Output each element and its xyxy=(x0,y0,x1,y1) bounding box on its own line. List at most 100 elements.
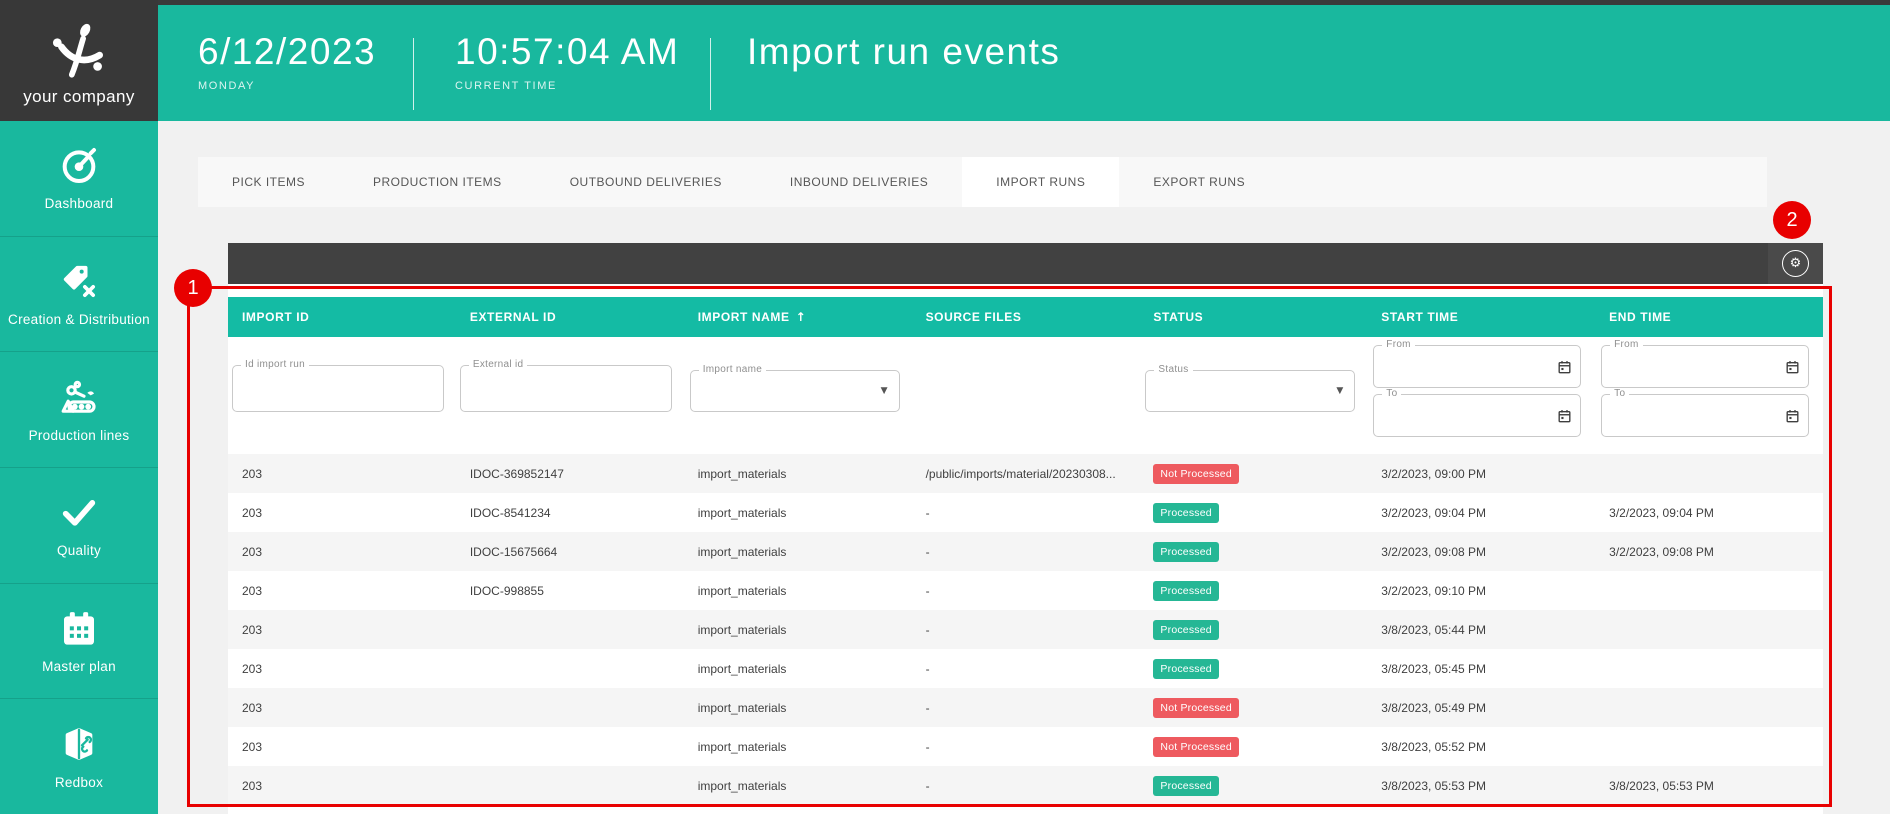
sidebar-item-production-lines[interactable]: Production lines xyxy=(0,351,158,467)
status-badge: Not Processed xyxy=(1153,737,1238,757)
sidebar-item-label: Redbox xyxy=(55,775,103,790)
table-row[interactable]: 203IDOC-998855import_materials-Processed… xyxy=(228,571,1823,610)
table-settings-button[interactable]: ⚙ xyxy=(1768,243,1823,284)
cell-source-files: - xyxy=(912,740,1140,754)
checkmark-icon xyxy=(59,492,99,532)
cell-status: Processed xyxy=(1139,659,1367,679)
column-header-status[interactable]: STATUS xyxy=(1139,310,1367,324)
cell-status: Not Processed xyxy=(1139,698,1367,718)
table-row[interactable]: 203import_materials-Not Processed3/8/202… xyxy=(228,688,1823,727)
table-row[interactable]: 203 import_materials-Processed 3/8/2023, 0… xyxy=(228,610,1823,649)
filter-start-from-input[interactable] xyxy=(1374,346,1580,387)
sidebar-item-label: Dashboard xyxy=(45,196,114,211)
column-header-source-files[interactable]: SOURCE FILES xyxy=(912,310,1140,324)
cell-source-files: - xyxy=(912,623,1140,637)
company-name: your company xyxy=(23,87,135,107)
tab-bar: PICK ITEMS PRODUCTION ITEMS OUTBOUND DEL… xyxy=(198,157,1767,207)
column-header-start-time[interactable]: START TIME xyxy=(1367,310,1595,324)
sidebar-item-master-plan[interactable]: Master plan xyxy=(0,583,158,699)
filter-import-name[interactable]: Import name ▼ xyxy=(690,370,900,412)
table-row[interactable]: 203import_materials-Processed3/8/2023, 0… xyxy=(228,766,1823,805)
column-header-external-id[interactable]: EXTERNAL ID xyxy=(456,310,684,324)
page-title-block: Import run events xyxy=(747,32,1060,73)
filter-end-from-input[interactable] xyxy=(1602,346,1808,387)
annotation-badge-2: 2 xyxy=(1773,201,1811,239)
calendar-icon[interactable] xyxy=(1557,408,1572,423)
status-badge: Processed xyxy=(1153,542,1218,562)
header-time-block: 10:57:04 AM CURRENT TIME xyxy=(455,32,679,92)
cell-import-id: 203 xyxy=(228,584,456,598)
status-badge: Processed xyxy=(1153,620,1218,640)
sort-ascending-icon: ↑ xyxy=(796,310,807,324)
filter-end-time-from: From xyxy=(1601,345,1809,388)
calendar-icon[interactable] xyxy=(1785,408,1800,423)
sidebar-item-quality[interactable]: Quality xyxy=(0,467,158,583)
column-header-end-time[interactable]: END TIME xyxy=(1595,310,1823,324)
filter-import-name-label: Import name xyxy=(699,364,766,375)
tab-export-runs[interactable]: EXPORT RUNS xyxy=(1119,157,1279,207)
calendar-icon[interactable] xyxy=(1557,359,1572,374)
page-title: Import run events xyxy=(747,32,1060,73)
filter-status[interactable]: Status ▼ xyxy=(1145,370,1355,412)
table-row[interactable]: 203import_materials-Processed3/8/2023, 0… xyxy=(228,649,1823,688)
cell-import-name: import_materials xyxy=(684,701,912,715)
filter-import-id-input[interactable] xyxy=(233,366,443,411)
column-header-import-name[interactable]: IMPORT NAME↑ xyxy=(684,310,912,324)
filter-from-label: From xyxy=(1382,339,1415,350)
tab-production-items[interactable]: PRODUCTION ITEMS xyxy=(339,157,536,207)
sidebar-item-dashboard[interactable]: Dashboard xyxy=(0,121,158,236)
current-time: 10:57:04 AM xyxy=(455,32,679,73)
cell-import-id: 203 xyxy=(228,740,456,754)
cell-source-files: - xyxy=(912,545,1140,559)
filter-status-input[interactable] xyxy=(1146,371,1354,411)
table-row[interactable]: 203IDOC-369852147import_materials/public… xyxy=(228,454,1823,493)
filter-external-id-input[interactable] xyxy=(461,366,671,411)
filter-end-to-input[interactable] xyxy=(1602,395,1808,436)
cell-external-id: IDOC-998855 xyxy=(456,584,684,598)
sidebar-item-label: Quality xyxy=(57,543,101,558)
cell-import-name: import_materials xyxy=(684,467,912,481)
conveyor-icon xyxy=(59,377,99,417)
table-row[interactable]: 203IDOC-15675664import_materials-Process… xyxy=(228,532,1823,571)
status-badge: Not Processed xyxy=(1153,698,1238,718)
cell-end-time: 3/2/2023, 09:08 PM xyxy=(1595,545,1823,559)
tab-outbound-deliveries[interactable]: OUTBOUND DELIVERIES xyxy=(536,157,756,207)
filter-start-to-input[interactable] xyxy=(1374,395,1580,436)
cell-end-time: 3/8/2023, 05:53 PM xyxy=(1595,779,1823,793)
cell-start-time: 3/8/2023, 05:53 PM xyxy=(1367,779,1595,793)
filter-start-time-to: To xyxy=(1373,394,1581,437)
sidebar-item-label: Master plan xyxy=(42,659,116,674)
column-header-import-id[interactable]: IMPORT ID xyxy=(228,310,456,324)
company-logo[interactable]: your company xyxy=(0,0,158,121)
cell-status: Not Processed xyxy=(1139,737,1367,757)
filter-external-id: External id xyxy=(460,365,672,412)
dashboard-gauge-icon xyxy=(59,145,99,185)
cell-status: Processed xyxy=(1139,503,1367,523)
filter-status-label: Status xyxy=(1154,364,1192,375)
cell-import-id: 203 xyxy=(228,779,456,793)
box-link-icon xyxy=(59,724,99,764)
tab-pick-items[interactable]: PICK ITEMS xyxy=(198,157,339,207)
cell-import-name: import_materials xyxy=(684,623,912,637)
cell-start-time: 3/2/2023, 09:08 PM xyxy=(1367,545,1595,559)
cell-external-id: IDOC-15675664 xyxy=(456,545,684,559)
tag-icon xyxy=(59,261,99,301)
table-row[interactable]: 203IDOC-8541234import_materials-Processe… xyxy=(228,493,1823,532)
company-logo-icon xyxy=(48,21,110,83)
cell-import-id: 203 xyxy=(228,701,456,715)
tab-import-runs[interactable]: IMPORT RUNS xyxy=(962,157,1119,207)
sidebar-item-creation-distribution[interactable]: Creation & Distribution xyxy=(0,236,158,352)
cell-source-files: - xyxy=(912,701,1140,715)
filter-import-name-input[interactable] xyxy=(691,371,899,411)
tab-inbound-deliveries[interactable]: INBOUND DELIVERIES xyxy=(756,157,962,207)
cell-start-time: 3/8/2023, 05:44 PM xyxy=(1367,623,1595,637)
sidebar-item-redbox[interactable]: Redbox xyxy=(0,698,158,814)
window-top-strip xyxy=(0,0,1890,5)
cell-import-id: 203 xyxy=(228,623,456,637)
table-row[interactable]: 203import_materials-Not Processed3/8/202… xyxy=(228,727,1823,766)
cell-status: Processed xyxy=(1139,581,1367,601)
table-header-row: IMPORT ID EXTERNAL ID IMPORT NAME↑ SOURC… xyxy=(228,297,1823,337)
cell-source-files: - xyxy=(912,779,1140,793)
filter-import-id-label: Id import run xyxy=(241,359,309,370)
calendar-icon[interactable] xyxy=(1785,359,1800,374)
